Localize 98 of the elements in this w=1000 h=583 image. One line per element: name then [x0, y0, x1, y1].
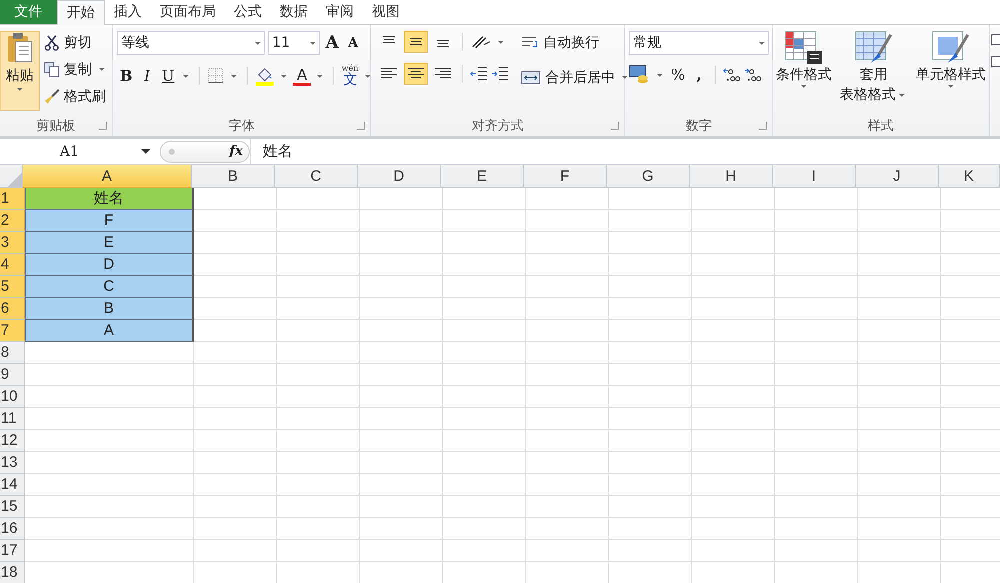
dialog-launcher-icon[interactable] [759, 122, 768, 130]
shrink-font-button[interactable]: A [344, 36, 362, 50]
merge-center-button[interactable]: 合并后居中 [521, 66, 632, 89]
brush-icon [44, 88, 60, 104]
row-header[interactable]: 10 [0, 386, 25, 408]
column-header[interactable]: E [441, 165, 524, 188]
column-header[interactable]: I [773, 165, 856, 188]
column-header[interactable]: F [524, 165, 607, 188]
table-cell: 姓名 [25, 188, 194, 210]
decrease-decimal-icon[interactable] [744, 66, 762, 84]
table-cell: A [25, 320, 194, 342]
column-header[interactable]: C [275, 165, 358, 188]
table-cell: C [25, 276, 194, 298]
row-header[interactable]: 7 [0, 320, 25, 342]
ribbon-tab[interactable]: 页面布局 [151, 0, 225, 24]
row-header[interactable]: 13 [0, 452, 25, 474]
column-header[interactable]: B [192, 165, 275, 188]
phonetic-button[interactable]: wén 文 [341, 65, 360, 87]
wrap-text-button[interactable]: 自动换行 [521, 31, 632, 54]
font-color-button[interactable]: A [293, 66, 312, 86]
table-brush-icon [855, 31, 894, 65]
conditional-formatting-button[interactable]: 条件格式 [774, 31, 834, 88]
insert-function-button[interactable]: fx [160, 140, 250, 162]
ribbon-tab[interactable]: 视图 [363, 0, 409, 24]
group-label: 对齐方式 [472, 118, 524, 135]
table-cell: B [25, 298, 194, 320]
row-header[interactable]: 3 [0, 232, 25, 254]
comma-button[interactable]: , [690, 66, 708, 84]
row-header[interactable]: 11 [0, 408, 25, 430]
row-header[interactable]: 17 [0, 540, 25, 562]
dialog-launcher-icon[interactable] [611, 122, 620, 130]
group-label: 样式 [868, 118, 894, 135]
column-header[interactable]: D [358, 165, 441, 188]
merge-cells-icon [521, 70, 542, 86]
row-header[interactable]: 14 [0, 474, 25, 496]
percent-button[interactable]: % [669, 66, 688, 84]
format-painter-button[interactable]: 格式刷 [44, 85, 108, 108]
bold-button[interactable]: B [117, 67, 136, 85]
fill-color-icon[interactable] [255, 66, 276, 86]
clipboard-icon [7, 32, 33, 64]
row-header[interactable]: 16 [0, 518, 25, 540]
cut-button[interactable]: 剪切 [44, 31, 108, 54]
increase-decimal-icon[interactable] [723, 66, 742, 84]
table-cell: F [25, 210, 194, 232]
grow-font-button[interactable]: A [323, 33, 342, 53]
decrease-indent-icon[interactable] [470, 66, 488, 82]
wrap-text-icon [521, 34, 540, 50]
font-name-field[interactable]: 等线 [117, 31, 266, 55]
column-header[interactable]: A [23, 165, 192, 188]
scissors-icon [44, 34, 60, 50]
group-label: 字体 [228, 118, 255, 135]
copy-button[interactable]: 复制 [44, 58, 108, 81]
group-label: 剪贴板 [36, 118, 76, 135]
align-lines-icon [407, 67, 426, 81]
font-size-field[interactable]: 11 [268, 31, 320, 55]
dialog-launcher-icon[interactable] [99, 122, 108, 130]
cell-styles-button[interactable]: 单元格样式 [914, 31, 988, 88]
ribbon-tab[interactable]: 插入 [105, 0, 151, 24]
row-header[interactable]: 5 [0, 276, 25, 298]
column-header[interactable]: J [856, 165, 939, 188]
column-header[interactable]: G [607, 165, 690, 188]
ribbon-tab[interactable]: 数据 [271, 0, 317, 24]
column-header[interactable]: K [939, 165, 1000, 188]
collapse-icon [167, 148, 177, 156]
underline-button[interactable]: U [159, 67, 178, 85]
italic-button[interactable]: I [138, 67, 156, 85]
name-box[interactable]: A1 [0, 144, 160, 160]
ribbon-tab[interactable]: 开始 [57, 0, 105, 25]
align-lines-icon [380, 67, 398, 81]
table-cell: D [25, 254, 194, 276]
number-format-field[interactable]: 常规 [629, 31, 770, 55]
border-icon[interactable] [207, 67, 226, 85]
row-header[interactable]: 8 [0, 342, 25, 364]
paste-button[interactable]: 粘贴 [0, 31, 40, 111]
row-header[interactable]: 2 [0, 210, 25, 232]
row-header[interactable]: 9 [0, 364, 25, 386]
row-header[interactable]: 1 [0, 188, 25, 210]
row-header[interactable]: 15 [0, 496, 25, 518]
ribbon-tab[interactable]: 公式 [225, 0, 271, 24]
column-header[interactable]: H [690, 165, 773, 188]
row-header[interactable]: 12 [0, 430, 25, 452]
format-as-table-button[interactable]: 套用 表格格式 [838, 31, 910, 105]
group-label: 数字 [686, 118, 712, 135]
row-header[interactable]: 4 [0, 254, 25, 276]
horizontal-align-button[interactable] [404, 63, 428, 85]
ribbon-tab[interactable]: 审阅 [317, 0, 363, 24]
row-header[interactable]: 18 [0, 562, 25, 583]
formula-input[interactable]: 姓名 [250, 139, 1000, 164]
dialog-launcher-icon[interactable] [357, 122, 366, 130]
file-tab[interactable]: 文件 [0, 0, 57, 24]
copy-icon [44, 62, 60, 78]
row-header[interactable]: 6 [0, 298, 25, 320]
vertical-align-button[interactable] [404, 31, 428, 53]
cell-brush-icon [932, 31, 970, 65]
table-cell: E [25, 232, 194, 254]
increase-indent-icon[interactable] [491, 66, 510, 82]
align-lines-icon [434, 67, 452, 81]
highlighted-table-icon [785, 31, 824, 65]
